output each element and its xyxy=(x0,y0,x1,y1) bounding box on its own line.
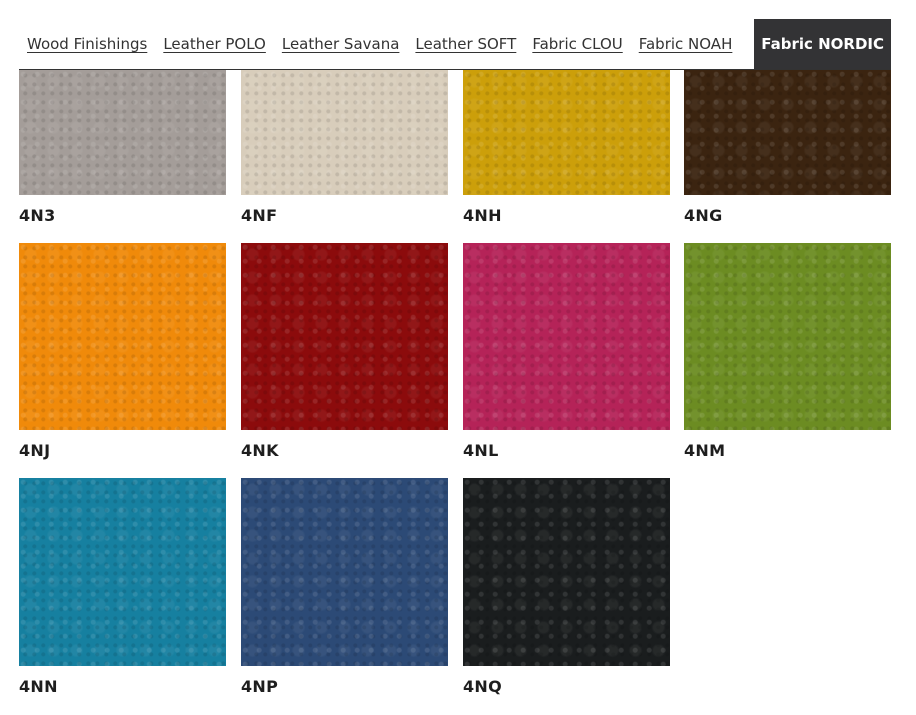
swatch-code: 4NQ xyxy=(463,677,503,696)
fabric-swatch-image[interactable] xyxy=(463,70,670,195)
fabric-swatch-image[interactable] xyxy=(463,243,670,430)
swatch-page: Wood Finishings Leather POLO Leather Sav… xyxy=(0,0,916,715)
fabric-swatch-image[interactable] xyxy=(684,243,891,430)
swatch-code: 4NP xyxy=(241,677,279,696)
tab-label: Fabric NOAH xyxy=(638,35,733,53)
tab-label: Fabric CLOU xyxy=(532,35,623,53)
fabric-swatch-image[interactable] xyxy=(241,243,448,430)
tab-label: Leather Savana xyxy=(281,35,400,53)
fabric-swatch-image[interactable] xyxy=(19,70,226,195)
swatch-code: 4NH xyxy=(463,206,502,225)
tab-label: Leather POLO xyxy=(163,35,266,53)
swatch-code: 4NK xyxy=(241,441,279,460)
swatch-code: 4NM xyxy=(684,441,726,460)
tab-leather-polo[interactable]: Leather POLO xyxy=(155,19,274,69)
tab-label: Fabric NORDIC xyxy=(761,35,884,53)
tab-fabric-nordic[interactable]: Fabric NORDIC xyxy=(754,19,891,69)
fabric-swatch-image[interactable] xyxy=(463,478,670,666)
swatch-code: 4NF xyxy=(241,206,278,225)
tab-leather-soft[interactable]: Leather SOFT xyxy=(407,19,524,69)
tab-wood-finishings[interactable]: Wood Finishings xyxy=(19,19,155,69)
fabric-swatch-image[interactable] xyxy=(684,70,891,195)
fabric-swatch-image[interactable] xyxy=(241,478,448,666)
fabric-swatch-image[interactable] xyxy=(19,478,226,666)
swatch-code: 4N3 xyxy=(19,206,56,225)
tab-label: Leather SOFT xyxy=(415,35,517,53)
swatch-code: 4NN xyxy=(19,677,58,696)
tab-fabric-noah[interactable]: Fabric NOAH xyxy=(631,19,741,69)
tab-label: Wood Finishings xyxy=(27,35,148,53)
swatch-code: 4NJ xyxy=(19,441,51,460)
tab-fabric-clou[interactable]: Fabric CLOU xyxy=(524,19,630,69)
swatch-code: 4NL xyxy=(463,441,499,460)
fabric-swatch-image[interactable] xyxy=(241,70,448,195)
swatch-code: 4NG xyxy=(684,206,723,225)
fabric-swatch-image[interactable] xyxy=(19,243,226,430)
finish-tabs: Wood Finishings Leather POLO Leather Sav… xyxy=(19,19,891,70)
tab-leather-savana[interactable]: Leather Savana xyxy=(274,19,408,69)
